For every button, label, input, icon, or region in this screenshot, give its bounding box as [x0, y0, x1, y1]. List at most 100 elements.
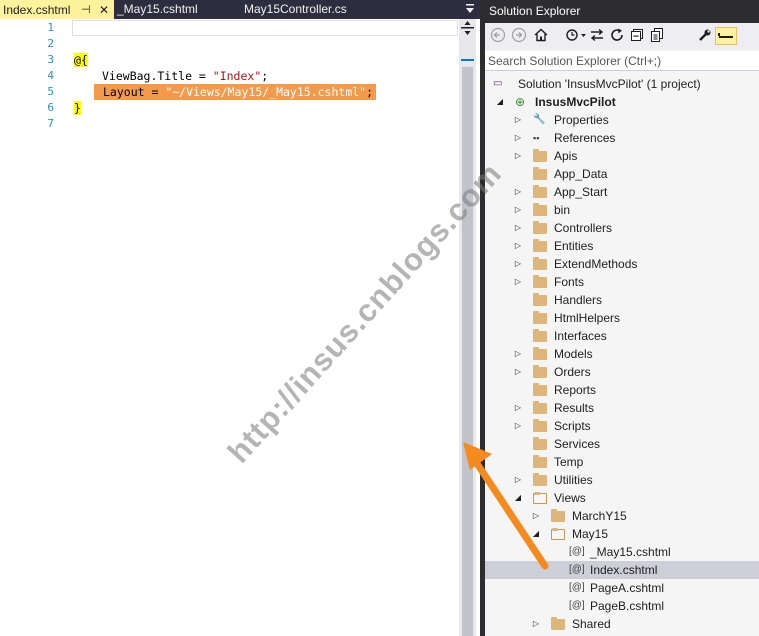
tree-item[interactable]: ▷ Entities	[485, 237, 759, 255]
collapsed-arrow-icon[interactable]: ▷	[513, 183, 523, 201]
tree-item[interactable]: ▷ Scripts	[485, 417, 759, 435]
folder-icon	[533, 347, 547, 360]
tree-item[interactable]: ◢ Views	[485, 489, 759, 507]
expanded-arrow-icon[interactable]: ◢	[531, 525, 541, 543]
tree-item[interactable]: ▷ Shared	[485, 615, 759, 633]
tree-item[interactable]: ▷ MarchY15	[485, 507, 759, 525]
current-line-indicator	[72, 20, 458, 36]
sync-with-active-document-icon[interactable]	[589, 27, 605, 45]
tree-item[interactable]: ▷ Controllers	[485, 219, 759, 237]
tree-item[interactable]: Reports	[485, 381, 759, 399]
tree-item-label: Shared	[572, 617, 611, 631]
collapsed-arrow-icon[interactable]: ▷	[513, 111, 523, 129]
tree-item[interactable]: HtmlHelpers	[485, 309, 759, 327]
tree-item[interactable]: ▷ 🔧 Properties	[485, 111, 759, 129]
scroll-position-marker	[461, 59, 474, 61]
tree-item[interactable]: ◢ ⊕ InsusMvcPilot	[485, 93, 759, 111]
tree-item-label: Handlers	[554, 293, 603, 307]
tree-item-label: PageA.cshtml	[590, 581, 665, 595]
collapsed-arrow-icon[interactable]: ▷	[513, 201, 523, 219]
tree-item[interactable]: ▭ Solution 'InsusMvcPilot' (1 project)	[485, 75, 759, 93]
expanded-arrow-icon[interactable]: ◢	[513, 489, 523, 507]
tree-item-label: _May15.cshtml	[590, 545, 671, 559]
tab-index-cshtml[interactable]: Index.cshtml ⊣ ✕	[0, 0, 114, 19]
line-number: 5	[47, 85, 54, 98]
collapse-all-icon[interactable]	[629, 27, 645, 45]
tree-item-label: Index.cshtml	[590, 563, 658, 577]
tree-item[interactable]: App_Data	[485, 165, 759, 183]
collapsed-arrow-icon[interactable]: ▷	[513, 471, 523, 489]
preview-selected-items-icon[interactable]	[715, 27, 737, 45]
tree-item[interactable]: Interfaces	[485, 327, 759, 345]
tree-item[interactable]: ▷ App_Start	[485, 183, 759, 201]
collapsed-arrow-icon[interactable]: ▷	[513, 147, 523, 165]
tree-item[interactable]: [@] PageA.cshtml	[485, 579, 759, 597]
collapsed-arrow-icon[interactable]: ▷	[513, 363, 523, 381]
tree-item[interactable]: ▷ Utilities	[485, 471, 759, 489]
collapsed-arrow-icon[interactable]: ▷	[513, 399, 523, 417]
back-icon[interactable]	[490, 27, 506, 45]
folder-icon	[533, 221, 547, 234]
split-window-icon[interactable]	[460, 21, 475, 35]
tree-item[interactable]: ▷ ▪▪ References	[485, 129, 759, 147]
sync-history-icon[interactable]	[565, 27, 587, 45]
folder-icon	[533, 239, 547, 252]
tree-item[interactable]: ▷ bin	[485, 201, 759, 219]
solution-search-box[interactable]	[485, 51, 759, 71]
code-string: "Index"	[212, 69, 262, 83]
show-all-files-icon[interactable]	[649, 27, 665, 45]
collapsed-arrow-icon[interactable]: ▷	[513, 219, 523, 237]
refresh-icon[interactable]	[609, 27, 625, 45]
tree-item[interactable]: ◢ May15	[485, 525, 759, 543]
collapsed-arrow-icon[interactable]: ▷	[531, 615, 541, 633]
tree-item-label: Temp	[554, 455, 584, 469]
tree-item[interactable]: [@] Index.cshtml	[485, 561, 759, 579]
tree-item[interactable]: Handlers	[485, 291, 759, 309]
razor-block-open: @{	[74, 53, 88, 67]
tree-item[interactable]: ▷ Models	[485, 345, 759, 363]
collapsed-arrow-icon[interactable]: ▷	[513, 417, 523, 435]
collapsed-arrow-icon[interactable]: ▷	[513, 345, 523, 363]
tree-item[interactable]: ▷ ExtendMethods	[485, 255, 759, 273]
tree-item[interactable]: Services	[485, 435, 759, 453]
tree-item[interactable]: Temp	[485, 453, 759, 471]
vertical-scrollbar[interactable]	[459, 19, 476, 636]
home-icon[interactable]	[533, 27, 549, 45]
solution-search-input[interactable]	[488, 53, 754, 69]
tree-item-label: Interfaces	[554, 329, 607, 343]
code-editor-pane[interactable]: Index.cshtml ⊣ ✕ _May15.cshtml May15Cont…	[0, 0, 480, 636]
tree-item[interactable]: [@] PageB.cshtml	[485, 597, 759, 615]
code-line-4[interactable]: ViewBag.Title = "Index";	[102, 68, 268, 84]
properties-wrench-icon[interactable]	[697, 27, 713, 45]
expanded-arrow-icon[interactable]: ◢	[495, 93, 505, 111]
tab-dropdown-icon[interactable]	[464, 2, 476, 16]
tab-may15-cshtml[interactable]: _May15.cshtml	[117, 0, 198, 19]
collapsed-arrow-icon[interactable]: ▷	[513, 273, 523, 291]
forward-icon[interactable]	[511, 27, 527, 45]
collapsed-arrow-icon[interactable]: ▷	[513, 237, 523, 255]
code-line-5-highlighted[interactable]: Layout = "~/Views/May15/_May15.cshtml";	[94, 84, 377, 100]
folder-open-icon	[533, 492, 547, 504]
tree-item[interactable]: ▷ Results	[485, 399, 759, 417]
tree-item[interactable]: [@] _May15.cshtml	[485, 543, 759, 561]
tree-item-label: Solution 'InsusMvcPilot' (1 project)	[518, 77, 701, 91]
tab-may15controller-cs[interactable]: May15Controller.cs	[244, 0, 347, 19]
folder-icon	[533, 185, 547, 198]
code-text: ViewBag.Title =	[102, 69, 213, 83]
scroll-thumb[interactable]	[462, 67, 473, 636]
collapsed-arrow-icon[interactable]: ▷	[513, 129, 523, 147]
pin-icon[interactable]: ⊣	[81, 2, 91, 19]
folder-icon	[533, 149, 547, 162]
razor-file-icon: [@]	[569, 546, 585, 557]
folder-icon	[533, 275, 547, 288]
solution-icon: ▭	[493, 78, 503, 89]
tree-item[interactable]: ▷ Fonts	[485, 273, 759, 291]
close-icon[interactable]: ✕	[99, 2, 109, 19]
tree-item[interactable]: ▷ Apis	[485, 147, 759, 165]
collapsed-arrow-icon[interactable]: ▷	[513, 255, 523, 273]
code-line-6[interactable]: }	[74, 100, 81, 116]
tree-item-label: App_Data	[554, 167, 608, 181]
tree-item[interactable]: ▷ Orders	[485, 363, 759, 381]
collapsed-arrow-icon[interactable]: ▷	[531, 507, 541, 525]
code-line-3[interactable]: @{	[74, 52, 88, 68]
